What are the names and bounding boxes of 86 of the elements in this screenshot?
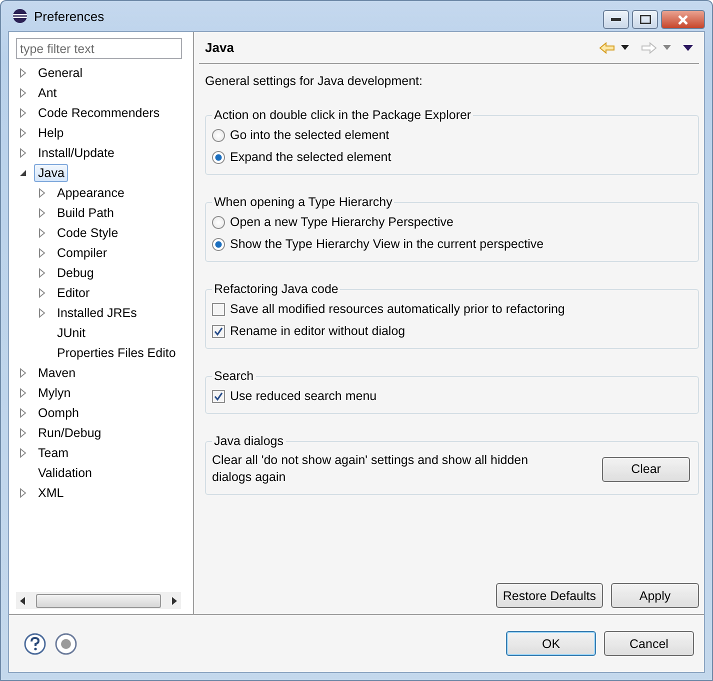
tree-item[interactable]: XML: [34, 484, 68, 502]
tree-item[interactable]: Appearance: [53, 184, 128, 202]
ok-button[interactable]: OK: [506, 631, 596, 656]
collapsed-arrow-icon[interactable]: [18, 388, 28, 398]
collapsed-arrow-icon[interactable]: [37, 288, 47, 298]
option-label: Expand the selected element: [230, 150, 392, 164]
tree-item[interactable]: Code Style: [53, 224, 122, 242]
minimize-icon: [611, 18, 621, 22]
tree-item[interactable]: Compiler: [53, 244, 112, 262]
tree-item[interactable]: Code Recommenders: [34, 104, 164, 122]
tree-item[interactable]: Mylyn: [34, 384, 75, 402]
minimize-button[interactable]: [603, 10, 629, 29]
option-label: Show the Type Hierarchy View in the current perspective: [230, 237, 544, 251]
checkbox[interactable]: [212, 302, 225, 316]
help-icon[interactable]: [24, 632, 46, 654]
close-icon: [677, 14, 689, 24]
tree-item[interactable]: Java: [34, 164, 68, 182]
record-icon[interactable]: [55, 632, 77, 654]
collapsed-arrow-icon[interactable]: [37, 268, 47, 278]
radio-button[interactable]: [212, 216, 225, 228]
clear-button[interactable]: Clear: [602, 456, 690, 482]
horizontal-scrollbar[interactable]: [16, 592, 181, 609]
tree-item[interactable]: Run/Debug: [34, 424, 106, 442]
tree-item[interactable]: General: [34, 64, 86, 82]
forward-arrow-icon[interactable]: [641, 42, 657, 54]
group-title: When opening a Type Hierarchy: [213, 195, 394, 209]
collapsed-arrow-icon[interactable]: [18, 368, 28, 378]
collapsed-arrow-icon[interactable]: [18, 148, 28, 158]
scroll-left-icon[interactable]: [20, 596, 25, 604]
back-arrow-icon[interactable]: [599, 42, 615, 54]
tree-item[interactable]: Ant: [34, 84, 61, 102]
checkbox[interactable]: [212, 324, 225, 338]
tree-item[interactable]: Properties Files Edito: [53, 344, 180, 362]
tree-item[interactable]: Installed JREs: [53, 304, 141, 322]
tree-item[interactable]: Validation: [34, 464, 96, 482]
radio-button[interactable]: [212, 128, 225, 142]
collapsed-arrow-icon[interactable]: [18, 448, 28, 458]
collapsed-arrow-icon[interactable]: [18, 68, 28, 78]
collapsed-arrow-icon[interactable]: [18, 488, 28, 498]
group-description: Clear all 'do not show again' settings and show all hidden dialogs again: [212, 452, 530, 486]
option-label: Rename in editor without dialog: [230, 324, 406, 338]
radio-button[interactable]: [212, 238, 225, 250]
dropdown-icon[interactable]: [621, 45, 629, 50]
page-description: General settings for Java development:: [205, 74, 424, 88]
group-title: Java dialogs: [213, 434, 284, 448]
tree-item[interactable]: JUnit: [53, 324, 90, 342]
option-label: Go into the selected element: [230, 128, 390, 142]
collapsed-arrow-icon[interactable]: [18, 88, 28, 98]
tree-item[interactable]: Oomph: [34, 404, 83, 422]
page-title: Java: [205, 40, 234, 55]
page-button[interactable]: Apply: [611, 583, 699, 608]
page-button[interactable]: Restore Defaults: [496, 583, 603, 608]
scroll-right-icon[interactable]: [172, 596, 177, 604]
tree-item[interactable]: Debug: [53, 264, 98, 282]
expanded-arrow-icon[interactable]: [18, 168, 28, 178]
tree-item[interactable]: Maven: [34, 364, 80, 382]
tree-item[interactable]: Install/Update: [34, 144, 118, 162]
filter-field[interactable]: type filter text: [16, 38, 182, 59]
cancel-button[interactable]: Cancel: [604, 631, 694, 656]
close-button[interactable]: [661, 10, 705, 29]
collapsed-arrow-icon[interactable]: [37, 208, 47, 218]
option-label: Use reduced search menu: [230, 389, 377, 403]
collapsed-arrow-icon[interactable]: [18, 108, 28, 118]
collapsed-arrow-icon[interactable]: [18, 128, 28, 138]
tree-item[interactable]: Team: [34, 444, 73, 462]
group-title: Refactoring Java code: [213, 282, 340, 296]
option-label: Open a new Type Hierarchy Perspective: [230, 215, 454, 229]
tree-item[interactable]: Help: [34, 124, 68, 142]
group-title: Action on double click in the Package Explorer: [213, 108, 472, 122]
collapsed-arrow-icon[interactable]: [37, 188, 47, 198]
group-title: Search: [213, 369, 255, 383]
app-icon: [12, 8, 28, 24]
maximize-icon: [640, 15, 650, 24]
collapsed-arrow-icon[interactable]: [18, 408, 28, 418]
option-label: Save all modified resources automatically prior to refactoring: [230, 302, 565, 316]
collapsed-arrow-icon[interactable]: [18, 428, 28, 438]
collapsed-arrow-icon[interactable]: [37, 248, 47, 258]
window-title: Preferences: [34, 8, 104, 24]
collapsed-arrow-icon[interactable]: [37, 228, 47, 238]
collapsed-arrow-icon[interactable]: [37, 308, 47, 318]
tree-item[interactable]: Build Path: [53, 204, 118, 222]
radio-button[interactable]: [212, 150, 225, 164]
maximize-button[interactable]: [632, 10, 658, 29]
view-menu-icon[interactable]: [683, 44, 693, 50]
checkbox[interactable]: [212, 390, 225, 402]
tree-item[interactable]: Editor: [53, 284, 94, 302]
